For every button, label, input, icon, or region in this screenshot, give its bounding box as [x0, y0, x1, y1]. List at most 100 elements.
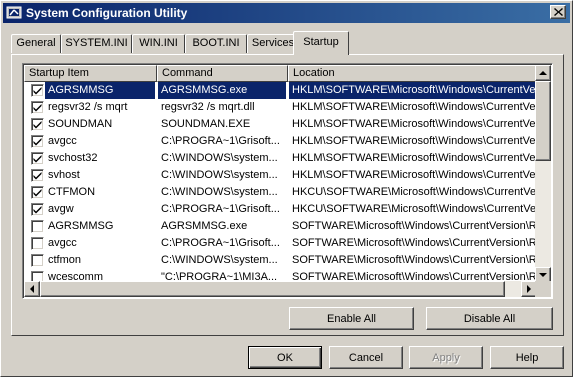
msconfig-app-icon: [6, 5, 22, 21]
table-row[interactable]: avgcc C:\PROGRA~1\Grisoft... HKLM\SOFTWARE…: [24, 133, 537, 150]
startup-item-checkbox[interactable]: [31, 84, 44, 97]
startup-item-command: C:\WINDOWS\system...: [161, 152, 278, 164]
column-header-location[interactable]: Location: [288, 65, 537, 82]
startup-item-checkbox[interactable]: [31, 135, 44, 148]
startup-item-command: SOUNDMAN.EXE: [161, 118, 251, 130]
scrollbar-corner: [535, 281, 551, 297]
checkmark-icon: [33, 87, 42, 95]
list-rows: AGRSMMSG AGRSMMSG.exe HKLM\SOFTWARE\Micros…: [24, 82, 537, 282]
table-row[interactable]: CTFMON C:\WINDOWS\system... HKCU\SOFTWARE\…: [24, 184, 537, 201]
startup-item-location: SOFTWARE\Microsoft\Windows\CurrentVersio…: [292, 237, 537, 249]
horizontal-scroll-thumb[interactable]: [40, 281, 505, 297]
scroll-up-button[interactable]: [535, 65, 551, 81]
startup-item-checkbox[interactable]: [31, 101, 44, 114]
table-row[interactable]: svchost32 C:\WINDOWS\system... HKLM\SOFTWA…: [24, 150, 537, 167]
startup-item-checkbox[interactable]: [31, 152, 44, 165]
close-icon: [554, 8, 563, 16]
row-checkbox-cell: [28, 99, 46, 116]
startup-item-command: C:\WINDOWS\system...: [161, 169, 278, 181]
arrow-up-icon: [539, 71, 547, 75]
horizontal-scrollbar[interactable]: [24, 281, 537, 297]
startup-item-location: SOFTWARE\Microsoft\Windows\CurrentVersio…: [292, 220, 537, 232]
startup-item-location: HKLM\SOFTWARE\Microsoft\Windows\CurrentV…: [292, 152, 537, 164]
row-checkbox-cell: [28, 116, 46, 133]
table-row[interactable]: avgw C:\PROGRA~1\Grisoft... HKCU\SOFTWARE\…: [24, 201, 537, 218]
close-button[interactable]: [550, 5, 566, 19]
checkmark-icon: [33, 172, 42, 180]
startup-item-name: avgcc: [48, 237, 77, 249]
startup-item-name: svhost: [48, 169, 80, 181]
startup-item-checkbox[interactable]: [31, 169, 44, 182]
startup-item-name: CTFMON: [48, 186, 96, 198]
startup-item-name: AGRSMMSG: [48, 220, 114, 232]
checkmark-icon: [33, 121, 42, 129]
row-checkbox-cell: [28, 133, 46, 150]
startup-item-checkbox[interactable]: [31, 186, 44, 199]
apply-button[interactable]: Apply: [409, 346, 483, 369]
vertical-scroll-thumb[interactable]: [535, 81, 551, 161]
row-checkbox-cell: [28, 252, 46, 269]
startup-item-location: HKLM\SOFTWARE\Microsoft\Windows\CurrentV…: [292, 118, 537, 130]
startup-item-command: C:\PROGRA~1\Grisoft...: [161, 203, 280, 215]
table-row[interactable]: svhost C:\WINDOWS\system... HKLM\SOFTWARE\…: [24, 167, 537, 184]
startup-item-location: HKCU\SOFTWARE\Microsoft\Windows\CurrentV…: [292, 203, 537, 215]
checkmark-icon: [33, 206, 42, 214]
startup-item-command: C:\PROGRA~1\Grisoft...: [161, 135, 280, 147]
column-header-startup-item[interactable]: Startup Item: [24, 65, 157, 82]
vertical-scrollbar[interactable]: [535, 65, 551, 283]
startup-item-command: C:\PROGRA~1\Grisoft...: [161, 237, 280, 249]
startup-item-location: SOFTWARE\Microsoft\Windows\CurrentVersio…: [292, 254, 537, 266]
tab-services[interactable]: Services: [247, 34, 299, 53]
startup-item-command: regsvr32 /s mqrt.dll: [161, 101, 255, 113]
scroll-left-button[interactable]: [24, 281, 40, 297]
checkmark-icon: [33, 155, 42, 163]
startup-item-command: AGRSMMSG.exe: [158, 82, 286, 99]
list-header: Startup Item Command Location: [24, 65, 537, 82]
tab-win-ini[interactable]: WIN.INI: [132, 34, 185, 53]
startup-item-name: ctfmon: [48, 254, 82, 266]
table-row[interactable]: regsvr32 /s mqrt regsvr32 /s mqrt.dll HKLM…: [24, 99, 537, 116]
startup-item-checkbox[interactable]: [31, 203, 44, 216]
ok-button[interactable]: OK: [248, 346, 322, 369]
table-row[interactable]: AGRSMMSG AGRSMMSG.exe SOFTWARE\Microsoft\W…: [24, 218, 537, 235]
tab-boot-ini[interactable]: BOOT.INI: [185, 34, 247, 53]
tab-system-ini[interactable]: SYSTEM.INI: [61, 34, 132, 53]
row-checkbox-cell: [28, 184, 46, 201]
disable-all-button[interactable]: Disable All: [426, 307, 553, 330]
table-row[interactable]: avgcc C:\PROGRA~1\Grisoft... SOFTWARE\Micr…: [24, 235, 537, 252]
help-button[interactable]: Help: [490, 346, 564, 369]
startup-item-checkbox[interactable]: [31, 254, 44, 267]
startup-item-location: HKLM\SOFTWARE\Microsoft\Windows\CurrentV…: [292, 101, 537, 113]
startup-item-command: AGRSMMSG.exe: [161, 220, 248, 232]
startup-item-name: SOUNDMAN: [48, 118, 113, 130]
startup-item-location: HKLM\SOFTWARE\Microsoft\Windows\CurrentV…: [292, 169, 537, 181]
arrow-left-icon: [30, 285, 34, 293]
startup-item-command: C:\WINDOWS\system...: [161, 186, 278, 198]
column-header-command[interactable]: Command: [157, 65, 288, 82]
tab-general[interactable]: General: [11, 34, 61, 53]
startup-item-checkbox[interactable]: [31, 237, 44, 250]
startup-item-name: avgcc: [48, 135, 77, 147]
startup-item-name: avgw: [48, 203, 74, 215]
row-checkbox-cell: [28, 201, 46, 218]
table-row[interactable]: SOUNDMAN SOUNDMAN.EXE HKLM\SOFTWARE\Micros…: [24, 116, 537, 133]
startup-item-location: HKLM\SOFTWARE\Microsoft\Windows\CurrentV…: [292, 135, 537, 147]
table-row[interactable]: AGRSMMSG AGRSMMSG.exe HKLM\SOFTWARE\Micros…: [24, 82, 537, 99]
window-title: System Configuration Utility: [26, 6, 188, 20]
startup-item-name: regsvr32 /s mqrt: [48, 101, 128, 113]
title-bar[interactable]: System Configuration Utility: [3, 3, 570, 23]
startup-item-checkbox[interactable]: [31, 220, 44, 233]
checkmark-icon: [33, 138, 42, 146]
row-checkbox-cell: [28, 218, 46, 235]
checkmark-icon: [33, 104, 42, 112]
startup-item-location: HKCU\SOFTWARE\Microsoft\Windows\CurrentV…: [292, 186, 537, 198]
startup-item-checkbox[interactable]: [31, 118, 44, 131]
row-checkbox-cell: [28, 235, 46, 252]
checkmark-icon: [33, 189, 42, 197]
cancel-button[interactable]: Cancel: [329, 346, 403, 369]
tab-startup[interactable]: Startup: [293, 31, 349, 55]
startup-items-list[interactable]: Startup Item Command Location AGRSMMSG AG…: [22, 63, 553, 299]
enable-all-button[interactable]: Enable All: [289, 307, 414, 330]
row-checkbox-cell: [28, 82, 46, 99]
table-row[interactable]: ctfmon C:\WINDOWS\system... SOFTWARE\Micro…: [24, 252, 537, 269]
